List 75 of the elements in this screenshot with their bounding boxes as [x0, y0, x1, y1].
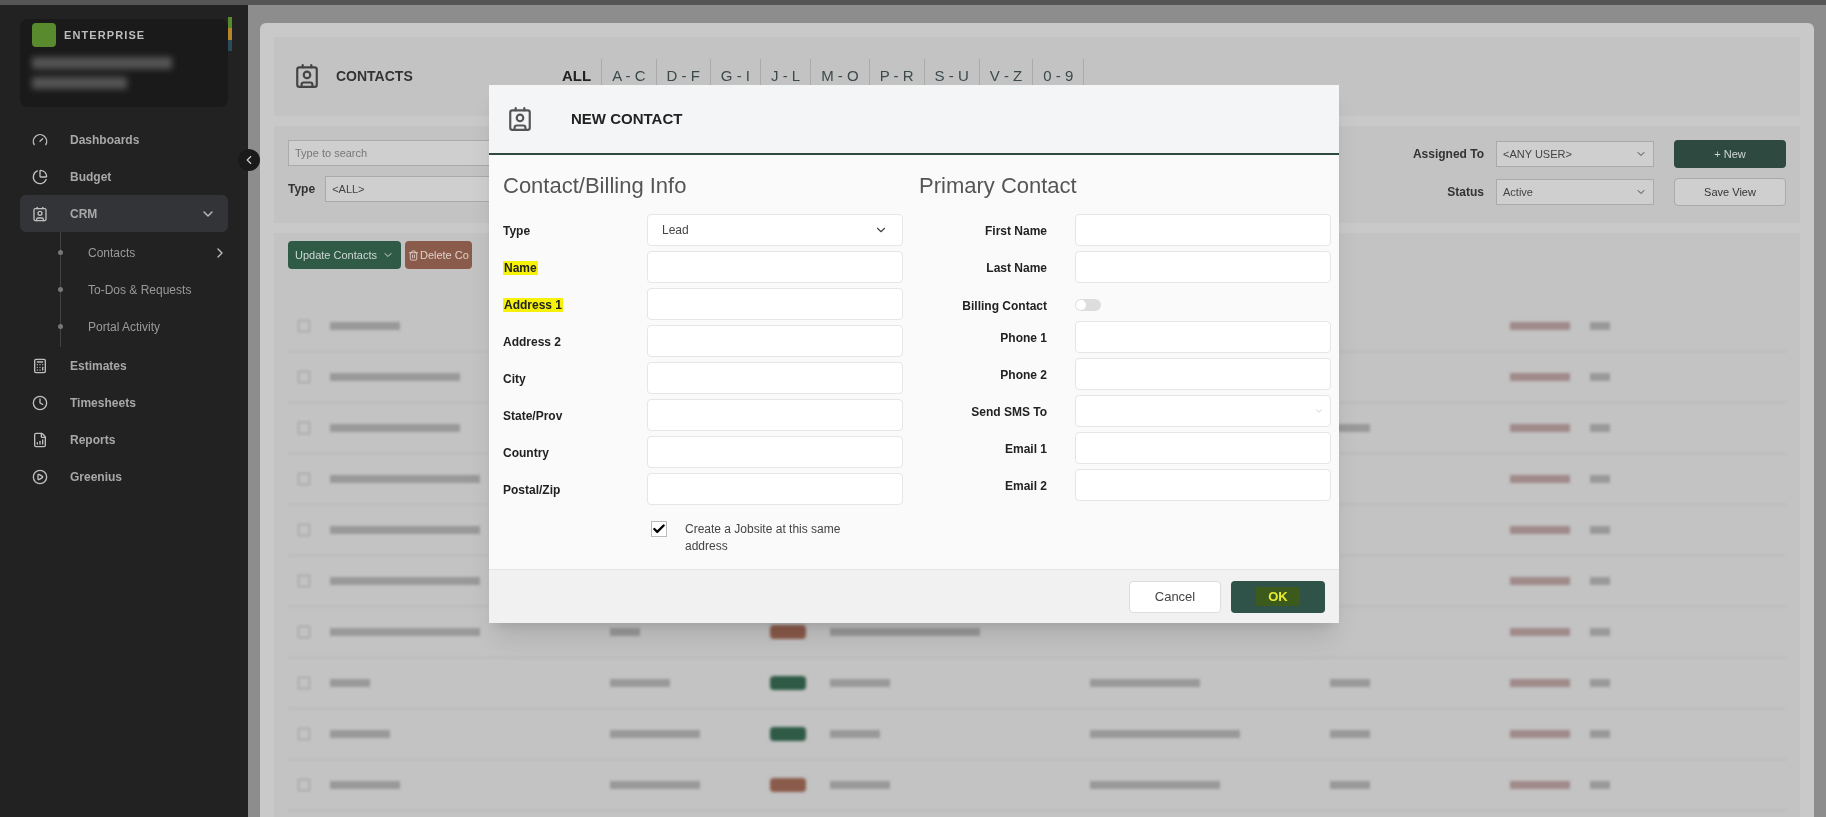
- sidebar-subitem[interactable]: Portal Activity: [88, 317, 228, 336]
- input-field[interactable]: [647, 362, 903, 394]
- field-label: Send SMS To: [971, 405, 1047, 419]
- field-label: First Name: [984, 224, 1047, 238]
- input-field[interactable]: [647, 399, 903, 431]
- sidebar-item[interactable]: Timesheets: [20, 384, 228, 421]
- contact-card-icon: [32, 205, 48, 222]
- input-field[interactable]: [647, 473, 903, 505]
- cancel-button[interactable]: Cancel: [1129, 580, 1221, 613]
- page-title: CONTACTS: [336, 66, 414, 86]
- field-label: Type: [503, 224, 531, 238]
- toggle-switch[interactable]: [1075, 299, 1101, 311]
- trash-icon: [407, 249, 419, 261]
- field-label: Last Name: [986, 261, 1047, 275]
- sidebar-subitem[interactable]: Contacts: [88, 243, 228, 262]
- field-label: Address 2: [503, 335, 562, 349]
- input-field[interactable]: [1075, 358, 1331, 390]
- input-field[interactable]: [647, 325, 903, 357]
- input-field[interactable]: [1075, 251, 1331, 283]
- delete-button[interactable]: Delete Co: [404, 241, 472, 269]
- jobsite-checkbox[interactable]: [651, 521, 667, 537]
- sidebar-item[interactable]: Greenius: [20, 458, 228, 495]
- field-label: Country: [503, 446, 549, 460]
- ok-button[interactable]: OK: [1231, 580, 1325, 613]
- status-select[interactable]: Active: [1496, 178, 1654, 205]
- input-field[interactable]: [1075, 214, 1331, 246]
- section-heading: Contact/Billing Info: [503, 172, 688, 200]
- logo-icon: [32, 23, 56, 47]
- field-label: Postal/Zip: [503, 483, 561, 497]
- input-field[interactable]: [1075, 469, 1331, 501]
- play-icon: [32, 468, 48, 485]
- calculator-icon: [32, 357, 48, 374]
- input-field[interactable]: [647, 251, 903, 283]
- sidebar-item[interactable]: CRM: [20, 195, 228, 232]
- report-icon: [32, 431, 48, 448]
- checkbox-label: Create a Jobsite at this same address: [685, 521, 842, 555]
- input-field[interactable]: [1075, 321, 1331, 353]
- sidebar-item[interactable]: Estimates: [20, 347, 228, 384]
- field-label: Phone 1: [1000, 331, 1047, 345]
- assigned-label: Assigned To: [1412, 145, 1484, 163]
- section-heading: Primary Contact: [919, 172, 1078, 200]
- collapse-handle[interactable]: [238, 149, 260, 171]
- field-label: Email 2: [1004, 479, 1047, 493]
- input-field[interactable]: [1075, 432, 1331, 464]
- field-label: Billing Contact: [962, 299, 1047, 313]
- type-select[interactable]: Lead: [647, 214, 903, 246]
- sidebar-item[interactable]: Reports: [20, 421, 228, 458]
- new-button[interactable]: + New: [1674, 139, 1786, 168]
- field-label: Address 1: [503, 298, 564, 312]
- chevron-down-icon: [1314, 406, 1324, 416]
- clock-icon: [32, 394, 48, 411]
- gauge-icon: [32, 131, 48, 148]
- contacts-book-icon: [294, 63, 320, 90]
- status-label: Status: [1447, 183, 1484, 201]
- check-icon: [652, 522, 666, 536]
- update-contacts-button[interactable]: Update Contacts: [288, 241, 401, 269]
- sms-select[interactable]: [1075, 395, 1331, 427]
- contact-book-icon: [507, 106, 533, 132]
- brand-label: ENTERPRISE: [64, 27, 146, 43]
- color-strip-icon: [228, 17, 232, 51]
- field-label: State/Prov: [503, 409, 563, 423]
- field-label: City: [503, 372, 526, 386]
- type-label: Type: [288, 180, 316, 198]
- save-view-button[interactable]: Save View: [1674, 177, 1786, 206]
- sidebar-subitem[interactable]: To-Dos & Requests: [88, 280, 228, 299]
- input-field[interactable]: [647, 288, 903, 320]
- sidebar-item[interactable]: Budget: [20, 158, 228, 195]
- pie-chart-icon: [32, 168, 48, 185]
- assigned-select[interactable]: <ANY USER>: [1496, 140, 1654, 167]
- field-label: Email 1: [1004, 442, 1047, 456]
- sidebar-item[interactable]: Dashboards: [20, 121, 228, 158]
- dialog-title: NEW CONTACT: [571, 108, 683, 129]
- input-field[interactable]: [647, 436, 903, 468]
- field-label: Name: [503, 261, 538, 275]
- field-label: Phone 2: [1000, 368, 1047, 382]
